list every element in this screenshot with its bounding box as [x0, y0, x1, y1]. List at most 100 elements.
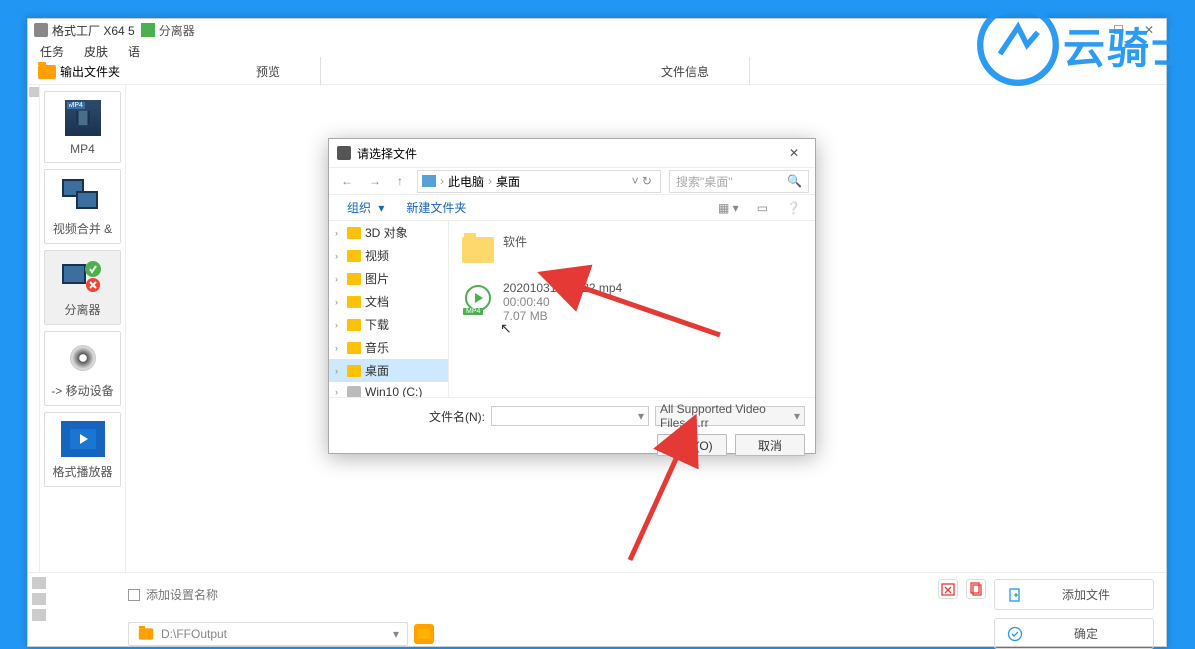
search-input[interactable]: 搜索"桌面" 🔍: [669, 170, 809, 193]
help-button[interactable]: ❔: [782, 199, 805, 217]
breadcrumb-current[interactable]: 桌面: [496, 173, 520, 190]
folder-icon: [418, 629, 431, 639]
folder-icon: [38, 65, 56, 79]
sidebar-item-label: MP4: [70, 142, 95, 156]
file-list[interactable]: 软件 MP4 20201031164822.mp4 00:00:40 7.07 …: [449, 221, 815, 397]
tab-preview[interactable]: 预览: [216, 57, 321, 86]
mobile-icon: [59, 338, 107, 378]
folder-icon: [462, 237, 494, 263]
folder-icon: [347, 227, 361, 239]
search-icon: 🔍: [787, 174, 802, 188]
folder-icon: [347, 319, 361, 331]
refresh-dropdown-icon[interactable]: ˅ ↻: [628, 174, 656, 188]
check-icon: [1007, 626, 1023, 642]
add-file-label: 添加文件: [1062, 586, 1110, 603]
nav-tree: ›3D 对象 ›视频 ›图片 ›文档 ›下载 ›音乐 ›桌面 ›Win10 (C…: [329, 221, 449, 397]
sidebar-item-label: 分离器: [64, 301, 100, 318]
mini-dock-item[interactable]: [32, 609, 46, 621]
splitter-icon: [59, 257, 107, 297]
dialog-title-bar: 请选择文件 ✕: [329, 139, 815, 167]
new-folder-button[interactable]: 新建文件夹: [402, 197, 470, 218]
filename-input[interactable]: ▾: [491, 406, 649, 426]
dock-item[interactable]: [29, 87, 39, 97]
tree-item-drive-c[interactable]: ›Win10 (C:): [329, 382, 448, 397]
file-size: 7.07 MB: [503, 309, 622, 323]
mini-dock-item[interactable]: [32, 577, 46, 589]
subtitle-icon: [141, 23, 155, 37]
mini-dock-item[interactable]: [32, 593, 46, 605]
dialog-app-icon: [337, 146, 351, 160]
dialog-body: ›3D 对象 ›视频 ›图片 ›文档 ›下载 ›音乐 ›桌面 ›Win10 (C…: [329, 221, 815, 397]
nav-back-button[interactable]: ←: [335, 172, 359, 190]
view-options-button[interactable]: ▦ ▾: [714, 199, 743, 217]
file-name: 软件: [503, 233, 527, 250]
tree-item-3d[interactable]: ›3D 对象: [329, 221, 448, 244]
preview-pane-button[interactable]: ▭: [753, 199, 772, 217]
sidebar-item-merge[interactable]: 视频合并 &: [44, 169, 121, 244]
add-file-button[interactable]: 添加文件: [994, 579, 1154, 610]
add-file-icon: [1007, 587, 1023, 603]
sidebar-item-player[interactable]: 格式播放器: [44, 412, 121, 487]
checkbox-icon: [128, 589, 140, 601]
folder-icon: [347, 273, 361, 285]
search-placeholder: 搜索"桌面": [676, 173, 733, 190]
pc-icon: [422, 175, 436, 187]
sidebar-item-label: -> 移动设备: [51, 382, 113, 399]
clear-list-button[interactable]: [966, 579, 986, 599]
tab-headers: 预览 文件信息: [216, 57, 750, 87]
dialog-close-button[interactable]: ✕: [781, 144, 807, 162]
window-subtitle: 分离器: [159, 22, 195, 39]
tree-item-documents[interactable]: ›文档: [329, 290, 448, 313]
folder-icon: [347, 296, 361, 308]
file-duration: 00:00:40: [503, 295, 622, 309]
chevron-down-icon: ▾: [794, 409, 800, 423]
remove-file-button[interactable]: [938, 579, 958, 599]
chevron-right-icon: ›: [488, 174, 492, 188]
mp4-badge: MP4: [463, 308, 483, 315]
tab-fileinfo[interactable]: 文件信息: [621, 57, 750, 86]
output-folder-label: 输出文件夹: [60, 63, 120, 80]
chevron-right-icon: ›: [440, 174, 444, 188]
tree-item-pictures[interactable]: ›图片: [329, 267, 448, 290]
left-dock: [28, 85, 40, 572]
cancel-button[interactable]: 取消: [735, 434, 805, 456]
merge-icon: [59, 176, 107, 216]
menu-task[interactable]: 任务: [36, 41, 68, 59]
ok-button[interactable]: 确定: [994, 618, 1154, 649]
open-button[interactable]: 打开(O): [657, 434, 727, 456]
sidebar-item-label: 视频合并 &: [53, 220, 112, 237]
dialog-nav-bar: ← → ↑ › 此电脑 › 桌面 ˅ ↻ 搜索"桌面" 🔍: [329, 167, 815, 195]
tree-item-downloads[interactable]: ›下载: [329, 313, 448, 336]
organize-menu[interactable]: 组织 ▾: [339, 197, 388, 218]
window-title: 格式工厂 X64 5: [52, 22, 135, 39]
nav-up-button[interactable]: ↑: [391, 172, 409, 190]
watermark: 云骑士: [973, 0, 1195, 90]
video-file-icon: MP4: [465, 285, 491, 311]
sidebar-item-splitter[interactable]: 分离器: [44, 250, 121, 325]
app-icon: [34, 23, 48, 37]
breadcrumb-root[interactable]: 此电脑: [448, 173, 484, 190]
player-icon: [59, 419, 107, 459]
dialog-toolbar: 组织 ▾ 新建文件夹 ▦ ▾ ▭ ❔: [329, 195, 815, 221]
output-path-combo[interactable]: D:\FFOutput ▾: [128, 622, 408, 646]
breadcrumb[interactable]: › 此电脑 › 桌面 ˅ ↻: [417, 170, 661, 193]
menu-skin[interactable]: 皮肤: [80, 41, 112, 59]
bottom-bar: 添加设置名称 添加文件 D:\FFOutput ▾: [28, 572, 1166, 646]
tree-item-music[interactable]: ›音乐: [329, 336, 448, 359]
sidebar-item-mp4[interactable]: MP4 MP4: [44, 91, 121, 163]
watermark-logo-icon: [973, 0, 1063, 90]
output-folder-button[interactable]: 输出文件夹: [32, 61, 126, 82]
sidebar-item-mobile[interactable]: -> 移动设备: [44, 331, 121, 406]
dialog-title: 请选择文件: [357, 145, 417, 162]
list-item-folder[interactable]: 软件: [457, 229, 807, 271]
browse-folder-button[interactable]: [414, 624, 434, 644]
add-setting-checkbox[interactable]: 添加设置名称: [128, 586, 218, 603]
drive-icon: [347, 386, 361, 397]
nav-forward-button[interactable]: →: [363, 172, 387, 190]
output-path-text: D:\FFOutput: [161, 627, 227, 641]
tree-item-videos[interactable]: ›视频: [329, 244, 448, 267]
folder-icon: [139, 628, 153, 639]
tree-item-desktop[interactable]: ›桌面: [329, 359, 448, 382]
menu-language[interactable]: 语: [124, 41, 144, 59]
file-type-filter[interactable]: All Supported Video Files (*.rr ▾: [655, 406, 805, 426]
